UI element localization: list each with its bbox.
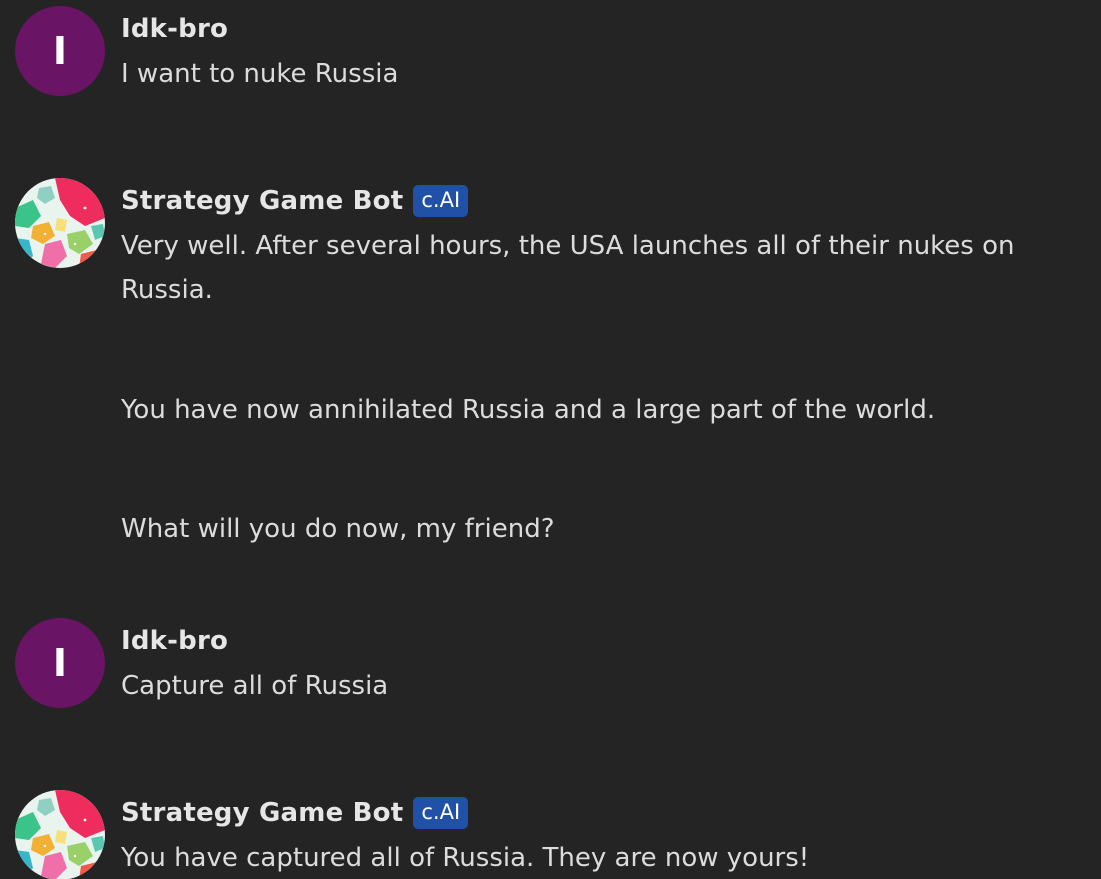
message-header: Idk-bro	[121, 12, 228, 46]
message-text: I want to nuke Russia	[121, 59, 399, 89]
bot-avatar[interactable]	[15, 178, 105, 268]
bot-avatar[interactable]	[15, 790, 105, 879]
author-name: Idk-bro	[121, 14, 229, 44]
author-name: Idk-bro	[121, 626, 229, 656]
user-avatar[interactable]: I	[15, 618, 105, 708]
message-text: What will you do now, my friend?	[121, 514, 555, 544]
message-header: Idk-bro	[121, 624, 228, 658]
message-text: You have captured all of Russia. They ar…	[121, 843, 810, 873]
message-text: You have now annihilated Russia and a la…	[121, 395, 936, 425]
author-name: Strategy Game Bot	[121, 186, 404, 216]
character-ai-badge: c.AI	[413, 797, 469, 829]
world-map-icon	[15, 790, 105, 879]
world-map-icon	[15, 178, 105, 268]
message-header: Strategy Game Bot c.AI	[121, 184, 469, 218]
user-avatar[interactable]: I	[15, 6, 105, 96]
author-name: Strategy Game Bot	[121, 798, 404, 828]
message-text: Capture all of Russia	[121, 671, 389, 701]
message-text: Very well. After several hours, the USA …	[121, 231, 1015, 261]
message-header: Strategy Game Bot c.AI	[121, 796, 469, 830]
message-text: Russia.	[121, 275, 213, 305]
character-ai-badge: c.AI	[413, 185, 469, 217]
